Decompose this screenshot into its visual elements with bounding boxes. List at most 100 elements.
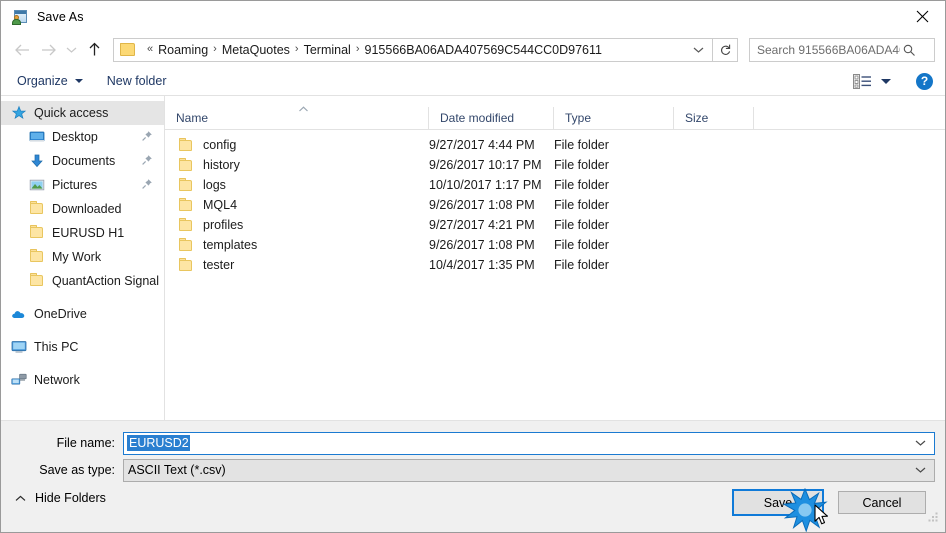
breadcrumb-item-terminal-id[interactable]: 915566BA06ADA407569C544CC0D97611: [365, 43, 602, 57]
file-name-dropdown-button[interactable]: [907, 439, 934, 447]
folder-icon: [178, 138, 194, 152]
table-row[interactable]: history 9/26/2017 10:17 PM File folder: [165, 155, 945, 175]
network-icon: [11, 372, 27, 388]
pin-icon[interactable]: [141, 178, 153, 190]
file-name-row: File name: EURUSD2: [1, 431, 945, 455]
pin-icon[interactable]: [141, 130, 153, 142]
forward-button[interactable]: [35, 37, 61, 63]
pin-icon[interactable]: [141, 154, 153, 166]
folder-icon: [178, 198, 194, 212]
sidebar-item-onedrive[interactable]: OneDrive: [1, 302, 164, 326]
file-name-value: EURUSD2: [127, 435, 190, 451]
arrow-left-icon: [14, 44, 29, 55]
table-row[interactable]: profiles 9/27/2017 4:21 PM File folder: [165, 215, 945, 235]
chevron-down-icon: [693, 47, 704, 53]
new-folder-button[interactable]: New folder: [107, 74, 167, 88]
file-date-cell: 9/27/2017 4:21 PM: [429, 218, 535, 232]
arrow-up-icon: [89, 42, 99, 56]
up-button[interactable]: [81, 37, 107, 63]
sidebar-item-desktop[interactable]: Desktop: [1, 125, 164, 149]
new-folder-label: New folder: [106, 74, 167, 88]
dialog-buttons: Save Cancel: [732, 489, 926, 516]
star-icon: [11, 105, 27, 121]
breadcrumb-item-roaming[interactable]: Roaming: [158, 43, 208, 57]
sidebar-item-quick-access[interactable]: Quick access: [1, 101, 164, 125]
folder-icon: [29, 249, 45, 265]
search-input[interactable]: [750, 42, 902, 57]
arrow-right-icon: [41, 44, 56, 55]
sidebar-item-documents[interactable]: Documents: [1, 149, 164, 173]
file-name-cell: history: [165, 158, 418, 172]
column-header-name[interactable]: Name: [165, 106, 429, 130]
file-date-cell: 9/26/2017 1:08 PM: [429, 238, 535, 252]
resize-grip[interactable]: [928, 510, 940, 528]
breadcrumb-separator: ›: [213, 43, 217, 55]
sidebar-item-network[interactable]: Network: [1, 368, 164, 392]
breadcrumb-bar[interactable]: « Roaming › MetaQuotes › Terminal › 9155…: [113, 37, 713, 62]
sidebar-item-label: QuantAction Signal: [52, 274, 160, 288]
breadcrumb-dropdown-button[interactable]: [687, 46, 712, 54]
cancel-button[interactable]: Cancel: [838, 491, 926, 514]
file-name-label: profiles: [203, 218, 244, 232]
save-as-app-icon: [12, 9, 28, 25]
sidebar-item-label: Network: [34, 373, 80, 387]
folder-icon: [178, 258, 194, 272]
file-type-cell: File folder: [554, 198, 609, 212]
recent-locations-button[interactable]: [61, 37, 81, 63]
file-name-cell: logs: [165, 178, 418, 192]
file-date-cell: 10/4/2017 1:35 PM: [429, 258, 535, 272]
save-button[interactable]: Save: [732, 489, 824, 516]
column-header-row: Name Date modified Type Size: [165, 106, 945, 130]
column-header-date-modified[interactable]: Date modified: [429, 106, 554, 130]
hide-folders-button[interactable]: Hide Folders: [15, 491, 106, 505]
table-row[interactable]: logs 10/10/2017 1:17 PM File folder: [165, 175, 945, 195]
file-name-input[interactable]: EURUSD2: [123, 431, 935, 455]
folder-icon: [29, 225, 45, 241]
refresh-button[interactable]: [713, 37, 738, 62]
chevron-down-icon: [66, 47, 76, 53]
view-layout-icon[interactable]: [853, 73, 872, 89]
sidebar-item-quantaction-signal[interactable]: QuantAction Signal: [1, 269, 164, 293]
search-icon: [902, 43, 916, 57]
file-date-cell: 9/26/2017 1:08 PM: [429, 198, 535, 212]
breadcrumb-overflow[interactable]: «: [147, 44, 153, 55]
back-button[interactable]: [9, 37, 35, 63]
sidebar-item-this-pc[interactable]: This PC: [1, 335, 164, 359]
view-dropdown-chevron-down-icon[interactable]: [881, 78, 891, 84]
organize-button[interactable]: Organize: [17, 74, 83, 88]
search-box[interactable]: [749, 37, 935, 62]
breadcrumb-item-metaquotes[interactable]: MetaQuotes: [222, 43, 290, 57]
sidebar-item-label: OneDrive: [34, 307, 87, 321]
file-name-cell: profiles: [165, 218, 418, 232]
save-as-type-dropdown-button[interactable]: [907, 466, 934, 474]
dialog-body: Quick access Desktop Documents Pictures …: [1, 96, 945, 420]
sidebar-item-my-work[interactable]: My Work: [1, 245, 164, 269]
sidebar-item-label: EURUSD H1: [52, 226, 125, 240]
column-header-type[interactable]: Type: [554, 106, 674, 130]
dialog-footer: File name: EURUSD2 Save as type: ASCII T…: [1, 420, 945, 532]
file-name-label: templates: [203, 238, 258, 252]
save-as-type-select[interactable]: ASCII Text (*.csv): [123, 458, 935, 482]
save-as-type-row: Save as type: ASCII Text (*.csv): [1, 458, 945, 482]
navigation-pane: Quick access Desktop Documents Pictures …: [1, 96, 165, 420]
sidebar-divider-gap: [1, 293, 164, 302]
close-button[interactable]: [900, 1, 945, 31]
file-name-label: history: [203, 158, 240, 172]
table-row[interactable]: MQL4 9/26/2017 1:08 PM File folder: [165, 195, 945, 215]
column-header-size[interactable]: Size: [674, 106, 754, 130]
close-icon: [916, 10, 929, 22]
save-as-dialog: Save As « Roaming › MetaQuotes › Termina…: [0, 0, 946, 533]
sidebar-item-label: This PC: [34, 340, 79, 354]
help-button[interactable]: ?: [916, 72, 933, 90]
breadcrumb-item-terminal[interactable]: Terminal: [304, 43, 351, 57]
file-name-cell: config: [165, 138, 418, 152]
table-row[interactable]: config 9/27/2017 4:44 PM File folder: [165, 135, 945, 155]
column-header-label: Name: [176, 111, 209, 125]
address-bar: « Roaming › MetaQuotes › Terminal › 9155…: [1, 32, 945, 67]
table-row[interactable]: tester 10/4/2017 1:35 PM File folder: [165, 255, 945, 275]
sidebar-item-pictures[interactable]: Pictures: [1, 173, 164, 197]
sidebar-item-eurusd-h1[interactable]: EURUSD H1: [1, 221, 164, 245]
table-row[interactable]: templates 9/26/2017 1:08 PM File folder: [165, 235, 945, 255]
window-title: Save As: [37, 9, 84, 24]
sidebar-item-downloaded[interactable]: Downloaded: [1, 197, 164, 221]
